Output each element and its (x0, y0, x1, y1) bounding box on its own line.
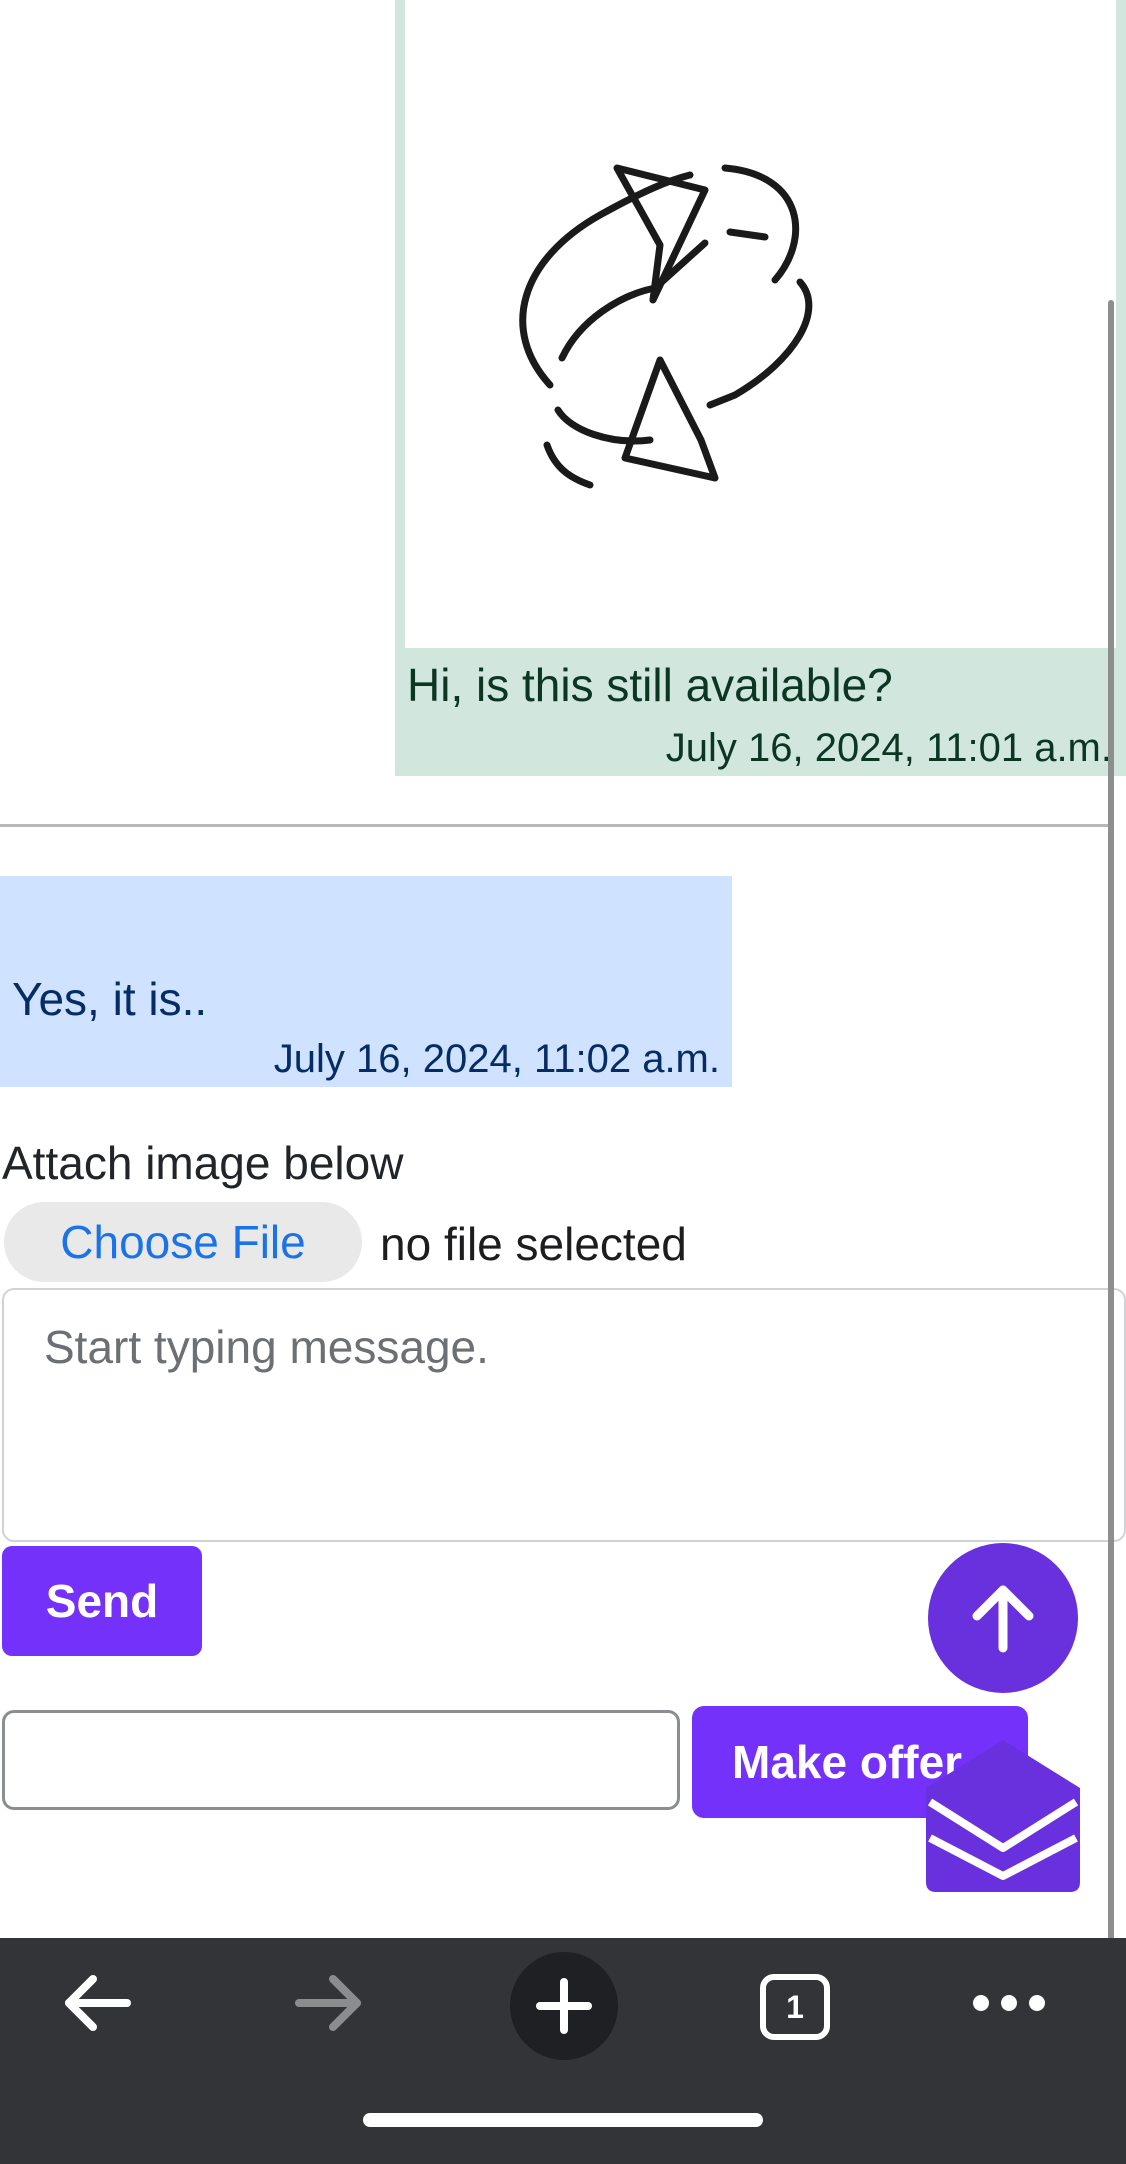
received-message-text: Yes, it is.. (12, 973, 208, 1025)
home-indicator (363, 2113, 763, 2127)
arrow-up-icon (972, 1585, 1034, 1653)
back-arrow-icon (65, 1975, 131, 2031)
message-divider (0, 824, 1110, 827)
send-button[interactable]: Send (2, 1546, 202, 1656)
message-placeholder: Start typing message. (44, 1321, 489, 1373)
file-status-text: no file selected (380, 1218, 687, 1270)
scroll-to-top-button[interactable] (928, 1543, 1078, 1693)
sent-message-timestamp: July 16, 2024, 11:01 a.m. (665, 726, 1112, 770)
choose-file-button[interactable]: Choose File (4, 1202, 362, 1282)
sent-message: Hi, is this still available? July 16, 20… (395, 0, 1126, 776)
exchange-arrows-icon (519, 164, 813, 489)
message-textarea[interactable]: Start typing message. (2, 1288, 1126, 1542)
forward-button[interactable] (264, 1938, 394, 2068)
more-dots-icon (973, 1995, 1045, 2011)
sent-message-image[interactable] (405, 0, 1116, 648)
back-button[interactable] (32, 1938, 162, 2068)
browser-toolbar: 1 (0, 1938, 1126, 2164)
new-tab-button[interactable] (510, 1952, 618, 2060)
envelope-icon[interactable] (926, 1740, 1080, 1892)
offer-amount-input[interactable] (2, 1710, 680, 1810)
received-message: Yes, it is.. July 16, 2024, 11:02 a.m. (0, 876, 732, 1087)
forward-arrow-icon (295, 1975, 361, 2031)
tab-switcher-button[interactable]: 1 (760, 1974, 830, 2040)
attach-image-label: Attach image below (2, 1137, 404, 1189)
more-menu-button[interactable] (944, 1938, 1074, 2068)
sent-message-text: Hi, is this still available? (407, 659, 893, 711)
received-message-timestamp: July 16, 2024, 11:02 a.m. (273, 1037, 720, 1081)
page-scrollbar[interactable] (1108, 300, 1114, 1940)
plus-icon (536, 1978, 592, 2034)
